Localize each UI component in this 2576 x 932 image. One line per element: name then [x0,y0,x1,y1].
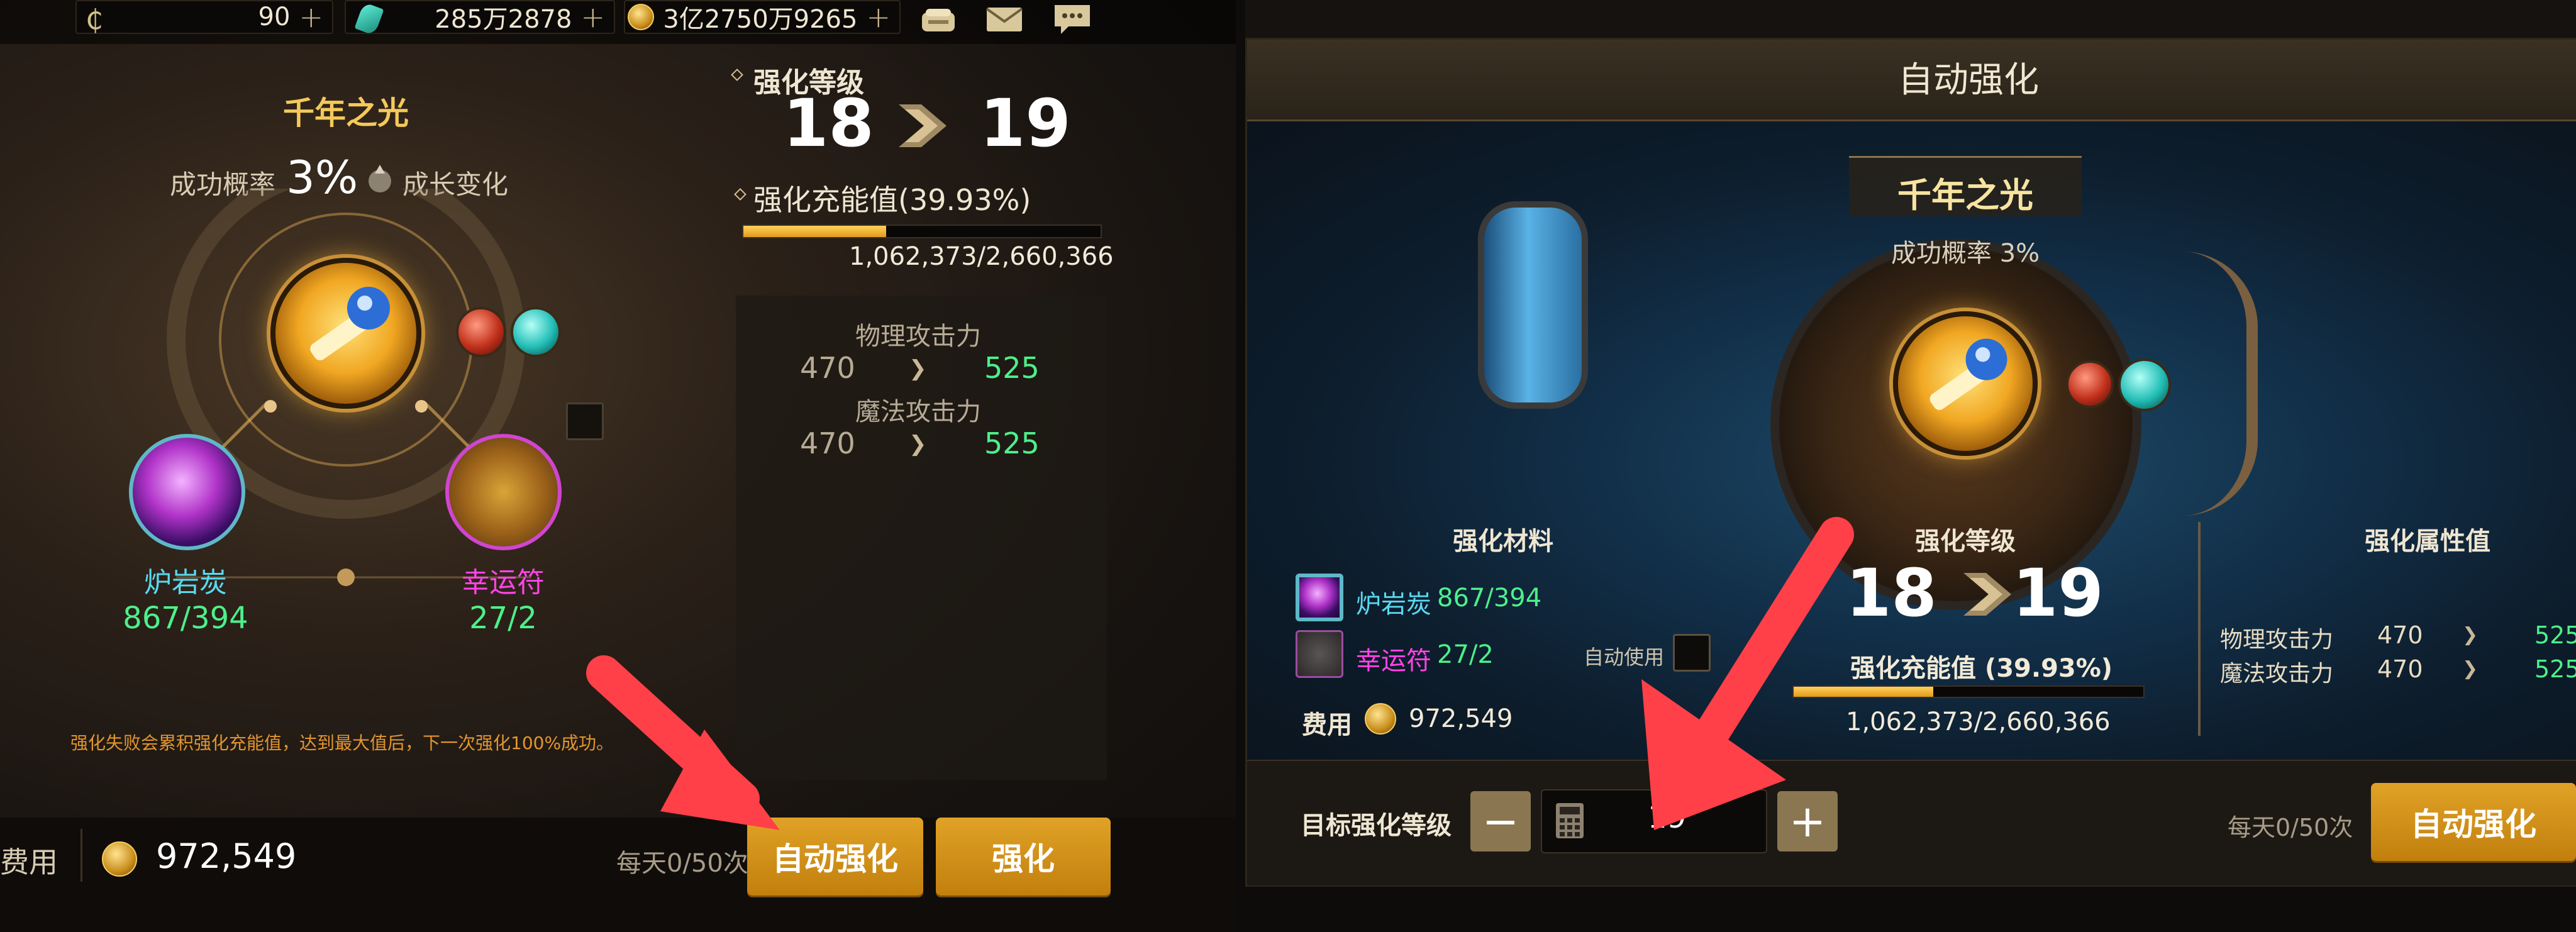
stat-to-physical: 525 [2534,621,2576,649]
enhance-level-label: 强化等级 [1915,527,2016,556]
water-tank [1478,201,1588,409]
success-rate: 成功概率 3% [1890,239,2040,268]
lava-coal-count: 867/394 [1437,584,1542,613]
chevron-right-icon [1961,569,2018,622]
equipment-icon [270,258,421,409]
coin-icon [1365,703,1396,735]
stat-from-physical: 470 [800,351,855,385]
red-arrow-annotation [585,654,811,843]
currency-gold: 3亿2750万9265 + [624,0,901,34]
auto-enhance-button[interactable]: 自动强化 [2371,783,2576,861]
target-level-label: 目标强化等级 [1301,811,1452,840]
coin-icon [102,841,137,877]
lava-coal-name: 炉岩炭 [1356,590,1431,619]
chevron-right-icon [896,101,953,153]
red-gem-socket [2066,360,2114,408]
lava-coal-icon[interactable] [129,434,245,550]
stat-to-magic: 525 [984,426,1040,460]
lucky-charm-count: 27/2 [469,601,537,636]
level-from: 18 [783,85,874,162]
currency-points-value: 90 [258,3,291,31]
c-currency-icon: ₵ [86,4,103,36]
lava-coal-icon[interactable] [1296,574,1343,621]
item-name: 千年之光 [283,95,409,131]
stat-to-physical: 525 [984,351,1040,385]
divider [2198,522,2201,736]
lava-coal-name: 炉岩炭 [144,567,227,599]
equipment-icon [1893,311,2038,456]
level-from: 18 [1846,555,1937,631]
cost-label: 费用 [0,845,58,879]
chevron-right-icon: ❯ [2462,658,2479,680]
decrease-level-button[interactable]: − [1470,791,1531,852]
cost-label: 费用 [1302,711,1352,740]
red-gem-socket [456,307,506,357]
cost-value: 972,549 [156,836,297,876]
stat-from-magic: 470 [2377,655,2423,683]
lava-coal-count: 867/394 [123,601,248,636]
calculator-icon[interactable] [1555,802,1585,840]
currency-gold-value: 3亿2750万9265 [663,5,858,34]
chevron-right-icon: ❯ [2462,624,2479,646]
materials-header: 强化材料 [1453,527,1553,556]
stat-name-physical: 物理攻击力 [2220,627,2334,653]
lucky-charm-name: 幸运符 [1356,646,1431,675]
chat-icon[interactable] [1049,1,1096,38]
coin-icon [628,4,655,30]
item-name: 千年之光 [1897,175,2033,215]
currency-gems: 285万2878 + [345,0,615,36]
mail-icon[interactable] [981,1,1028,38]
cyan-gem-socket [511,307,561,357]
attr-header: 强化属性值 [2365,527,2490,556]
stat-to-magic: 525 [2534,655,2576,683]
lucky-charm-icon[interactable] [445,434,562,550]
charge-label: 强化充能值 (39.93%) [1850,654,2113,683]
stat-from-physical: 470 [2377,621,2423,649]
chevron-right-icon: ❯ [909,356,927,381]
modal-title: 自动强化 [1898,60,2039,101]
add-gold-button[interactable]: + [866,0,891,34]
gem-icon [354,2,384,36]
lucky-charm-name: 幸运符 [462,567,545,599]
add-gems-button[interactable]: + [580,0,605,34]
charge-value: 1,062,373/2,660,366 [1846,707,2111,736]
charge-progress-fill [743,226,886,237]
mailbox-icon[interactable] [915,1,962,38]
stat-name-magic: 魔法攻击力 [2220,661,2334,687]
charge-progress-bar [742,225,1102,238]
divider [80,829,82,882]
chevron-right-icon: ❯ [909,431,927,457]
stat-name-magic: 魔法攻击力 [855,397,981,426]
level-to: 19 [980,85,1071,162]
enhance-button[interactable]: 强化 [936,818,1111,896]
stat-from-magic: 470 [800,426,855,460]
machine-gauge [2182,252,2258,516]
currency-points: ₵ 90 + [75,0,333,36]
currency-gems-value: 285万2878 [435,5,572,34]
cyan-gem-socket [2118,358,2171,411]
charge-value: 1,062,373/2,660,366 [849,242,1114,271]
lucky-charm-count: 27/2 [1437,640,1494,669]
add-points-button[interactable]: + [299,0,323,34]
level-to: 19 [2012,555,2104,631]
red-arrow-annotation [1629,516,1855,843]
charge-label: 强化充能值(39.93%) [753,183,1031,217]
lucky-charm-icon[interactable] [1296,630,1343,678]
daily-limit: 每天0/50次 [616,849,748,878]
auto-use-checkbox[interactable] [566,402,604,440]
cost-value: 972,549 [1409,704,1513,733]
fail-notice: 强化失败会累积强化充能值，达到最大值后，下一次强化100%成功。 [70,733,614,753]
stat-name-physical: 物理攻击力 [855,322,981,351]
daily-limit: 每天0/50次 [2228,814,2353,841]
